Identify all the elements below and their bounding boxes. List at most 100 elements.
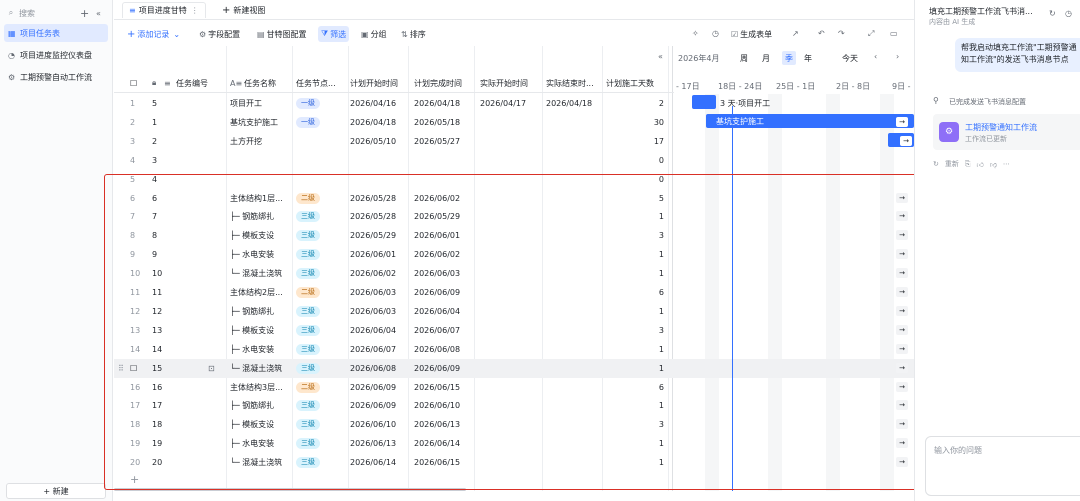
scale-week[interactable]: 周 [740,51,748,65]
table-row[interactable]: 19 19 ├─ 水电安装 2026/06/13 2026/06/14 三级 1 → [114,434,914,453]
table-row[interactable]: 18 18 ├─ 模板支设 2026/06/10 2026/06/13 三级 3 → [114,415,914,434]
thumbs-up-icon[interactable]: 👍︎ [976,160,983,169]
workflow-card[interactable]: ⚙ 工期预警通知工作流 工作流已更新 [933,114,1080,150]
col-header-plan-start[interactable]: 计划开始时间 [350,75,398,91]
table-row[interactable]: 10 10 └─ 混凝土浇筑 2026/06/02 2026/06/03 三级 1 → [114,264,914,283]
search-input[interactable]: 搜索 [19,8,35,19]
task-number-cell[interactable]: 4 [152,170,157,189]
table-row[interactable]: 6 6 主体结构1层... 2026/05/28 2026/06/02 二级 5 → [114,189,914,208]
plan-end-cell[interactable]: 2026/06/08 [414,340,460,359]
thumbs-down-icon[interactable]: 👎︎ [990,160,997,169]
chat-input[interactable]: 输入你的问题 [925,436,1080,496]
task-number-cell[interactable]: 2 [152,132,157,151]
task-node-cell[interactable]: 一级 [296,94,320,113]
row-number[interactable]: 6 [130,189,135,208]
plan-days-cell[interactable]: 1 [604,453,664,472]
task-node-cell[interactable]: 三级 [296,302,320,321]
copy-icon[interactable]: ⎘ [965,160,971,169]
task-node-cell[interactable]: 三级 [296,415,320,434]
plan-days-cell[interactable]: 6 [604,283,664,302]
row-number[interactable]: 4 [130,151,135,170]
field-config-button[interactable]: ⚙ 字段配置 [196,26,243,42]
table-row[interactable]: 17 17 ├─ 钢筋绑扎 2026/06/09 2026/06/10 三级 1 → [114,396,914,415]
task-node-cell[interactable]: 一级 [296,113,320,132]
jump-to-bar-icon[interactable]: → [896,211,908,222]
table-row[interactable]: 14 14 ├─ 水电安装 2026/06/07 2026/06/08 三级 1 → [114,340,914,359]
comment-icon[interactable]: ▭ [890,29,898,38]
plan-days-cell[interactable]: 1 [604,359,664,378]
task-number-cell[interactable]: 17 [152,396,162,415]
task-node-cell[interactable]: 三级 [296,321,320,340]
jump-to-bar-icon[interactable]: → [896,230,908,241]
row-number[interactable]: 1 [130,94,135,113]
jump-to-bar-icon[interactable]: → [896,438,908,449]
add-icon[interactable]: + [80,7,89,20]
row-number[interactable]: 17 [130,396,140,415]
tab-gantt[interactable]: ≡ 项目进度甘特 ⋮ [122,2,206,18]
plan-start-cell[interactable]: 2026/06/02 [350,264,396,283]
table-row[interactable]: 54 0 [114,170,914,189]
plan-days-cell[interactable]: 1 [604,340,664,359]
plan-start-cell[interactable]: 2026/05/29 [350,226,396,245]
plan-end-cell[interactable]: 2026/06/15 [414,378,460,397]
table-row[interactable]: 16 16 主体结构3层... 2026/06/09 2026/06/15 二级 6 → [114,378,914,397]
plan-days-cell[interactable]: 1 [604,264,664,283]
plan-end-cell[interactable]: 2026/06/09 [414,283,460,302]
task-node-cell[interactable]: 二级 [296,189,320,208]
plan-days-cell[interactable]: 0 [604,170,664,189]
retry-label[interactable]: 重新 [945,159,959,169]
select-all-checkbox[interactable]: ☐ [130,75,137,91]
filter-button[interactable]: ⧩ 筛选 [318,26,350,42]
task-number-cell[interactable]: 12 [152,302,162,321]
task-name-cell[interactable]: ├─ 钢筋绑扎 [230,396,274,415]
plan-start-cell[interactable]: 2026/06/03 [350,302,396,321]
plan-end-cell[interactable]: 2026/06/13 [414,415,460,434]
task-number-cell[interactable]: 18 [152,415,162,434]
sidebar-item-dashboard[interactable]: ◔ 项目进度监控仪表盘 [4,46,108,64]
plan-days-cell[interactable]: 3 [604,321,664,340]
task-number-cell[interactable]: 3 [152,151,157,170]
jump-to-bar-icon[interactable]: → [896,249,908,260]
task-node-cell[interactable]: 三级 [296,340,320,359]
add-record-button[interactable]: + 添加记录 ⌄ [124,26,183,42]
jump-to-bar-icon[interactable]: → [896,192,908,203]
plan-start-cell[interactable]: 2026/06/10 [350,415,396,434]
plan-start-cell[interactable]: 2026/04/16 [350,94,396,113]
plan-end-cell[interactable]: 2026/06/15 [414,453,460,472]
next-icon[interactable]: › [896,52,899,61]
task-name-cell[interactable]: ├─ 水电安装 [230,434,274,453]
task-number-cell[interactable]: 10 [152,264,162,283]
sidebar-item-workflow[interactable]: ⚙ 工期预警自动工作流 [4,68,108,86]
gantt-bar-kickoff[interactable] [692,95,716,109]
task-name-cell[interactable]: └─ 混凝土浇筑 [230,264,282,283]
plan-days-cell[interactable]: 1 [604,434,664,453]
plan-end-cell[interactable]: 2026/05/29 [414,207,460,226]
table-row[interactable]: 20 20 └─ 混凝土浇筑 2026/06/14 2026/06/15 三级 1 → [114,453,914,472]
task-node-cell[interactable]: 三级 [296,207,320,226]
row-number[interactable]: 9 [130,245,135,264]
table-row[interactable]: 15 └─ 混凝土浇筑 2026/06/08 2026/06/09 ⠿ ☐ ⊡ 三级 1 → [114,358,914,378]
plan-start-cell[interactable]: 2026/06/03 [350,283,396,302]
jump-to-bar-icon[interactable]: → [896,268,908,279]
table-row[interactable]: 43 0 [114,151,914,170]
task-number-cell[interactable]: 15 [152,359,162,378]
plan-end-cell[interactable]: 2026/06/07 [414,321,460,340]
table-row[interactable]: 1 5 项目开工 2026/04/16 2026/04/18 2026/04/17 2026… [114,94,914,113]
col-header-task-name[interactable]: 任务名称 [244,75,276,91]
row-number[interactable]: 20 [130,453,140,472]
jump-to-bar-icon[interactable]: → [896,324,908,335]
plan-days-cell[interactable]: 3 [604,226,664,245]
task-name-cell[interactable]: 主体结构3层... [230,378,283,397]
plan-start-cell[interactable]: 2026/06/01 [350,245,396,264]
expand-icon[interactable]: ⤢ [868,29,874,39]
task-node-cell[interactable]: 三级 [296,434,320,453]
plan-end-cell[interactable]: 2026/05/27 [414,132,460,151]
refresh-icon[interactable]: ↻ [1049,9,1056,18]
plan-end-cell[interactable]: 2026/06/04 [414,302,460,321]
plan-days-cell[interactable]: 30 [604,113,664,132]
task-number-cell[interactable]: 1 [152,113,157,132]
row-number[interactable]: 7 [130,207,135,226]
scale-quarter[interactable]: 季 [782,51,796,65]
task-name-cell[interactable]: 主体结构2层... [230,283,283,302]
plan-days-cell[interactable]: 3 [604,415,664,434]
